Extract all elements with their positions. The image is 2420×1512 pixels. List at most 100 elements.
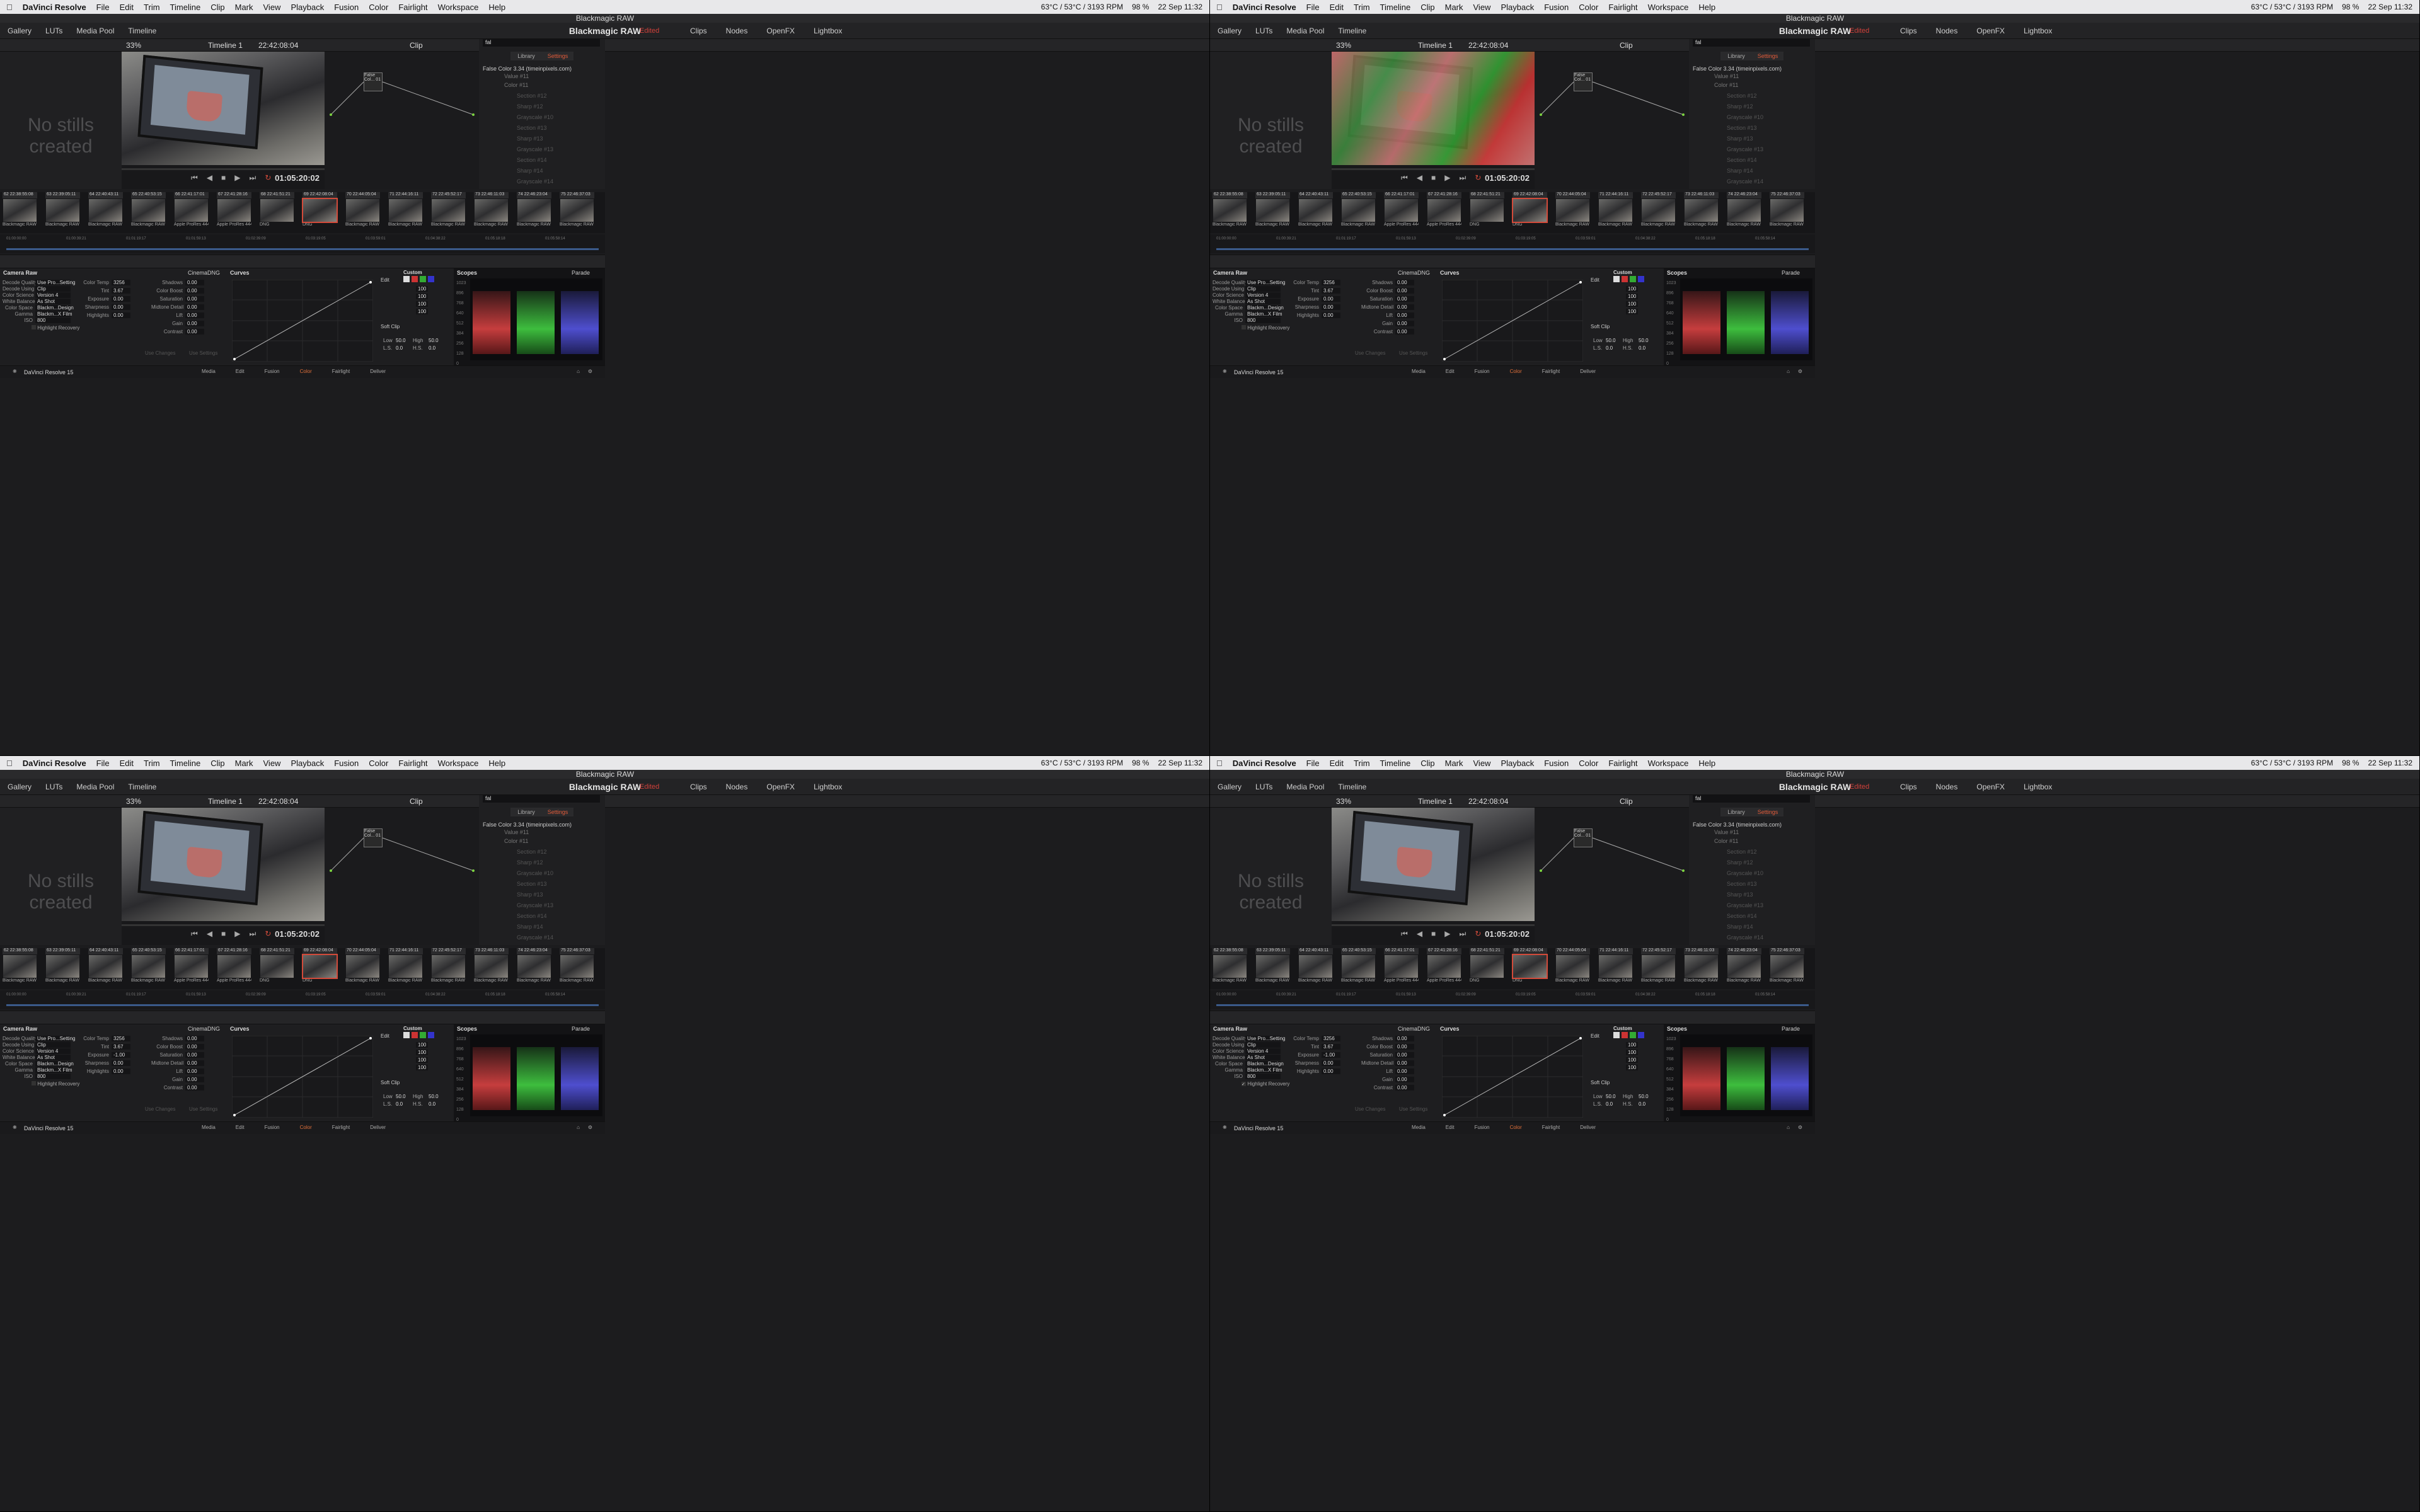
channel-g[interactable] [1630, 276, 1636, 282]
timeline-select[interactable]: Timeline 1 [1418, 797, 1453, 806]
menu-item[interactable]: Fairlight [1608, 759, 1637, 768]
clip-thumbnail[interactable]: 69 22:42:08:04 DNG [1512, 192, 1548, 231]
fx-param-row[interactable]: Section #13 [517, 125, 553, 135]
clip-thumbnail[interactable]: 68 22:41:51:21 DNG [260, 948, 294, 987]
timeline-ruler[interactable]: 01:00:00:00 01:00:39:21 01:01:19:17 01:01:5… [1210, 234, 1815, 253]
raw-select[interactable]: Blackm...X Film [35, 311, 72, 317]
fx-param-row[interactable]: Sharp #13 [517, 891, 553, 902]
raw-select[interactable]: As Shot [35, 1055, 71, 1060]
tab-clips[interactable]: Clips [1900, 782, 1917, 791]
clip-thumbnail[interactable]: 65 22:40:53:15 Blackmagic RAW [1341, 192, 1376, 231]
raw-value[interactable]: 0.00 [1395, 1085, 1414, 1091]
tab-settings[interactable]: Settings [1752, 52, 1783, 60]
menu-item[interactable]: Clip [1420, 759, 1434, 768]
fx-param-row[interactable]: Section #12 [1727, 849, 1763, 859]
zoom-select[interactable]: 33% [126, 41, 141, 50]
tab-lightbox[interactable]: Lightbox [2024, 26, 2052, 35]
tab-media-pool[interactable]: Media Pool [1286, 26, 1324, 35]
use-changes-button[interactable]: Use Changes [1355, 1106, 1385, 1112]
clip-thumbnail[interactable]: 63 22:39:05:11 Blackmagic RAW [1255, 948, 1290, 987]
fx-param-row[interactable]: Sharp #14 [517, 924, 553, 934]
channel-y[interactable] [1613, 1032, 1620, 1038]
raw-value[interactable]: 3256 [112, 280, 130, 285]
menu-item[interactable]: Fairlight [398, 3, 427, 12]
menu-item[interactable]: Edit [1330, 759, 1344, 768]
raw-value[interactable]: 3.67 [1322, 288, 1340, 294]
raw-select[interactable]: Use Pro...Setting [35, 280, 75, 285]
page-fusion[interactable]: Fusion [265, 369, 280, 374]
raw-value[interactable]: 0.00 [185, 321, 204, 326]
raw-value[interactable]: 0.00 [185, 296, 204, 302]
clip-thumbnail[interactable]: 70 22:44:05:04 Blackmagic RAW [345, 192, 380, 231]
clip-thumbnail[interactable]: 67 22:41:28:16 Apple ProRes 4444 XQ [1427, 192, 1461, 231]
channel-b[interactable] [1638, 1032, 1644, 1038]
clip-thumbnail[interactable]: 63 22:39:05:11 Blackmagic RAW [45, 192, 80, 231]
page-deliver[interactable]: Deliver [370, 369, 386, 374]
raw-value[interactable]: 0.00 [112, 304, 130, 310]
raw-select[interactable]: Blackm...X Film [35, 1067, 72, 1073]
clip-thumbnail[interactable]: 75 22:46:37:03 Blackmagic RAW [1770, 192, 1804, 231]
fx-param-row[interactable]: Grayscale #10 [517, 114, 553, 125]
menu-item[interactable]: Workspace [1648, 759, 1689, 768]
first-frame-icon[interactable]: ⏮ [191, 929, 198, 939]
raw-value[interactable]: 3.67 [1322, 1044, 1340, 1050]
curve-intensity[interactable]: 100 [1626, 294, 1639, 299]
menu-item[interactable]: Clip [1420, 3, 1434, 12]
fx-param-row[interactable]: Sharp #14 [517, 168, 553, 178]
timeline-ruler[interactable]: 01:00:00:00 01:00:39:21 01:01:19:17 01:01:5… [0, 990, 605, 1009]
raw-value[interactable]: 0.00 [1395, 1052, 1414, 1058]
clip-thumbnail[interactable]: 73 22:46:11:03 Blackmagic RAW [474, 948, 509, 987]
clip-thumbnail[interactable]: 63 22:39:05:11 Blackmagic RAW [1255, 192, 1290, 231]
zoom-select[interactable]: 33% [126, 797, 141, 806]
custom-select[interactable]: Custom [1613, 270, 1632, 275]
scrub-bar[interactable] [1332, 924, 1535, 926]
fx-param-row[interactable]: Grayscale #14 [1727, 178, 1763, 189]
page-color[interactable]: Color [300, 369, 312, 374]
raw-select[interactable]: As Shot [1245, 299, 1281, 304]
curve-intensity[interactable]: 100 [416, 294, 429, 299]
menu-item[interactable]: Workspace [438, 759, 479, 768]
fx-param-row[interactable]: Sharp #13 [1727, 135, 1763, 146]
fx-param-row[interactable]: Grayscale #10 [517, 870, 553, 881]
tab-nodes[interactable]: Nodes [1936, 26, 1958, 35]
channel-y[interactable] [1613, 276, 1620, 282]
raw-select[interactable]: Clip [35, 1042, 71, 1048]
raw-value[interactable]: 0.00 [1395, 296, 1414, 302]
reverse-icon[interactable]: ◀ [207, 173, 212, 183]
stop-icon[interactable]: ■ [1431, 173, 1436, 183]
raw-value[interactable]: 3256 [112, 1036, 130, 1041]
app-menu[interactable]: DaVinci Resolve [1233, 759, 1296, 768]
settings-gear-icon[interactable]: ⚙ [1798, 369, 1802, 374]
clip-thumbnail[interactable]: 67 22:41:28:16 Apple ProRes 4444 XQ [1427, 948, 1461, 987]
stop-icon[interactable]: ■ [1431, 929, 1436, 939]
play-icon[interactable]: ▶ [1444, 929, 1450, 939]
settings-gear-icon[interactable]: ⚙ [588, 1125, 592, 1130]
curve-graph[interactable] [232, 280, 373, 362]
raw-value[interactable]: 0.00 [185, 1060, 204, 1066]
page-deliver[interactable]: Deliver [1580, 1125, 1596, 1130]
fx-param-row[interactable]: Section #14 [517, 913, 553, 924]
app-menu[interactable]: DaVinci Resolve [1233, 3, 1296, 12]
raw-value[interactable]: 0.00 [185, 304, 204, 310]
raw-select[interactable]: Version 4 [1245, 1048, 1281, 1054]
ls-value[interactable]: 0.0 [1606, 345, 1613, 351]
page-fusion[interactable]: Fusion [1475, 369, 1490, 374]
fx-param-row[interactable]: Section #12 [1727, 93, 1763, 103]
raw-value[interactable]: -1.00 [1322, 1052, 1340, 1058]
menu-item[interactable]: Fairlight [1608, 3, 1637, 12]
tab-openfx[interactable]: OpenFX [766, 26, 795, 35]
tab-lightbox[interactable]: Lightbox [814, 782, 842, 791]
clip-thumbnail[interactable]: 71 22:44:16:11 Blackmagic RAW [1598, 948, 1633, 987]
curve-intensity[interactable]: 100 [416, 1042, 429, 1048]
curve-intensity[interactable]: 100 [416, 286, 429, 292]
use-settings-button[interactable]: Use Settings [1399, 1106, 1427, 1112]
raw-select[interactable]: As Shot [1245, 1055, 1281, 1060]
tab-openfx[interactable]: OpenFX [1976, 782, 2005, 791]
menu-item[interactable]: Timeline [1380, 3, 1411, 12]
clip-thumbnail[interactable]: 70 22:44:05:04 Blackmagic RAW [1555, 948, 1590, 987]
raw-value[interactable]: 0.00 [112, 296, 130, 302]
raw-value[interactable]: 3.67 [112, 288, 130, 294]
raw-value[interactable]: 3.67 [112, 1044, 130, 1050]
scope-mode-select[interactable]: Parade [1782, 270, 1800, 276]
first-frame-icon[interactable]: ⏮ [191, 173, 198, 183]
